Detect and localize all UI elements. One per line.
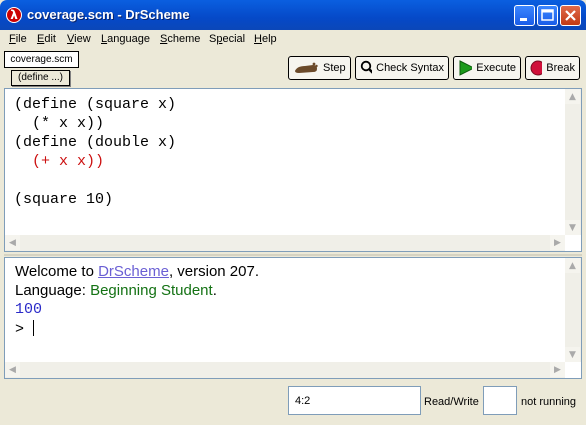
menu-language-rest: anguage: [107, 33, 150, 45]
language-line: Language: Beginning Student.: [15, 282, 217, 299]
menu-bar: File Edit View Language Scheme Special H…: [4, 30, 582, 48]
foot-icon: [295, 62, 318, 73]
menu-help[interactable]: Help: [254, 33, 277, 45]
result-output: 100: [15, 301, 43, 318]
minimize-button[interactable]: [514, 5, 535, 26]
menu-special-rest: ecial: [222, 33, 246, 45]
code-line: (* x x)): [14, 115, 105, 132]
minimize-icon: [520, 18, 527, 21]
definitions-editor[interactable]: (define (square x) (* x x)) (define (dou…: [4, 88, 582, 252]
menu-view[interactable]: View: [67, 33, 91, 45]
interactions-pane[interactable]: Welcome to DrScheme, version 207. Langua…: [4, 257, 582, 379]
menu-file-rest: ile: [15, 33, 27, 45]
welcome-version: , version 207.: [168, 263, 260, 280]
window-title: coverage.scm - DrScheme: [27, 7, 190, 22]
code-line: (square 10): [14, 191, 114, 208]
step-button-label: Step: [323, 62, 346, 74]
pane-divider[interactable]: [4, 254, 582, 256]
repl-vertical-scrollbar[interactable]: ▲ ▼: [565, 258, 581, 362]
menu-edit-rest: dit: [44, 33, 56, 45]
scroll-down-arrow-icon[interactable]: ▼: [565, 347, 580, 362]
menu-language[interactable]: Language: [101, 33, 150, 45]
execute-button[interactable]: Execute: [453, 56, 521, 80]
scroll-up-arrow-icon[interactable]: ▲: [565, 258, 580, 273]
close-icon: [565, 10, 576, 21]
menu-edit[interactable]: Edit: [37, 33, 56, 45]
menu-help-accel: H: [254, 33, 262, 45]
menu-scheme-rest: cheme: [167, 33, 201, 45]
file-name-tab[interactable]: coverage.scm: [4, 51, 79, 68]
menu-file[interactable]: File: [9, 33, 27, 45]
repl-horizontal-scrollbar[interactable]: ◀ ▶: [5, 362, 565, 378]
magnifier-icon: [360, 60, 373, 74]
execute-arrow-icon: [459, 60, 473, 76]
break-button[interactable]: Break: [525, 56, 580, 80]
menu-special[interactable]: Special: [209, 33, 245, 45]
scroll-down-arrow-icon[interactable]: ▼: [565, 220, 580, 235]
repl-prompt: >: [15, 321, 25, 338]
scroll-right-arrow-icon[interactable]: ▶: [550, 362, 565, 377]
text-cursor: [33, 320, 35, 336]
scroll-up-arrow-icon[interactable]: ▲: [565, 89, 580, 104]
menu-scheme[interactable]: Scheme: [160, 33, 200, 45]
scroll-left-arrow-icon[interactable]: ◀: [5, 362, 20, 377]
drscheme-link[interactable]: DrScheme: [98, 263, 169, 280]
maximize-icon: [541, 9, 554, 21]
welcome-prefix: Welcome to: [15, 263, 99, 280]
cursor-position-field: 4:2: [288, 386, 421, 415]
title-bar[interactable]: λ coverage.scm - DrScheme: [0, 0, 586, 30]
code-line: (define (square x): [14, 96, 177, 113]
step-button[interactable]: Step: [288, 56, 351, 80]
uncovered-code-line: (+ x x)): [14, 153, 105, 170]
execute-label: Execute: [476, 62, 516, 74]
define-menu-button[interactable]: (define ...): [11, 70, 70, 86]
menu-view-rest: iew: [74, 33, 91, 45]
language-name: Beginning Student: [90, 282, 213, 299]
drscheme-app-icon[interactable]: λ: [6, 7, 22, 23]
scroll-right-arrow-icon[interactable]: ▶: [550, 235, 565, 250]
read-write-status[interactable]: Read/Write: [424, 396, 479, 408]
check-syntax-label: Check Syntax: [376, 62, 444, 74]
maximize-button[interactable]: [537, 5, 558, 26]
code-line: (define (double x): [14, 134, 177, 151]
repl-prompt-line[interactable]: >: [15, 320, 35, 338]
running-status: not running: [521, 396, 577, 408]
menu-help-rest: elp: [261, 33, 277, 45]
editor-horizontal-scrollbar[interactable]: ◀ ▶: [5, 235, 565, 251]
running-indicator-box: [483, 386, 517, 415]
close-button[interactable]: [560, 5, 581, 26]
scroll-left-arrow-icon[interactable]: ◀: [5, 235, 20, 250]
editor-vertical-scrollbar[interactable]: ▲ ▼: [565, 89, 581, 235]
stop-icon: [530, 60, 543, 76]
welcome-line: Welcome to DrScheme, version 207.: [15, 263, 259, 280]
language-label: Language:: [15, 282, 91, 299]
check-syntax-button[interactable]: Check Syntax: [355, 56, 449, 80]
break-label: Break: [546, 62, 575, 74]
menu-file-accel: F: [9, 33, 16, 45]
language-period: .: [212, 282, 217, 299]
